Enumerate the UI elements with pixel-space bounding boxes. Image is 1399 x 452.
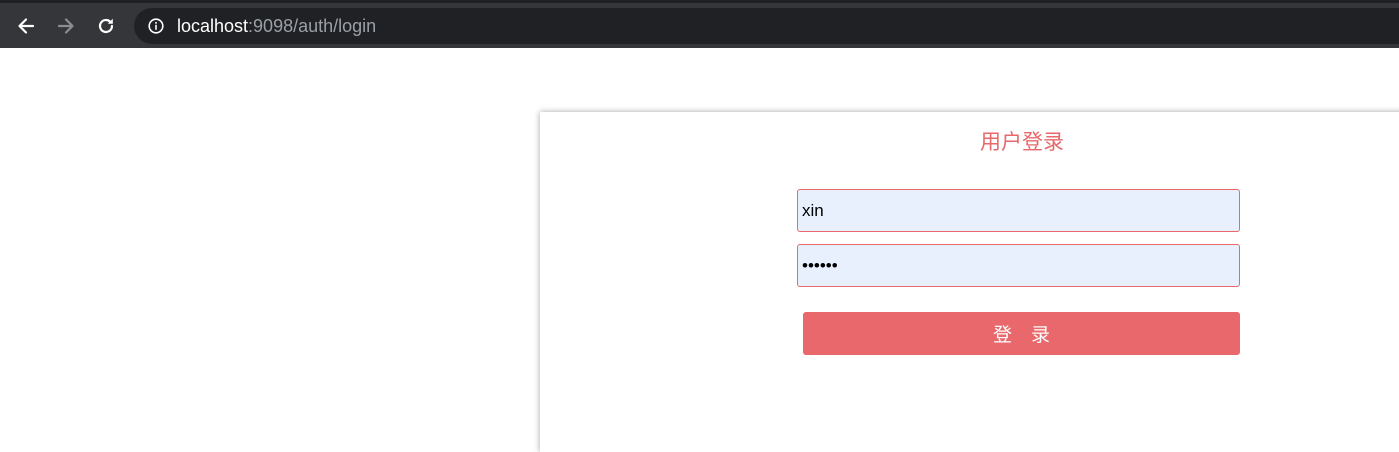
login-button[interactable]: 登 录	[803, 312, 1240, 355]
login-panel: 用户登录 登 录	[540, 112, 1399, 452]
reload-button[interactable]	[90, 10, 122, 42]
login-title: 用户登录	[980, 130, 1064, 154]
url-host: localhost	[177, 16, 249, 36]
info-icon[interactable]	[148, 18, 164, 34]
reload-icon	[98, 18, 114, 34]
url-text[interactable]: localhost:9098/auth/login	[177, 16, 376, 36]
back-button[interactable]	[10, 10, 42, 42]
url-path: :9098/auth/login	[248, 16, 377, 36]
password-input[interactable]	[797, 244, 1240, 287]
forward-button[interactable]	[50, 10, 82, 42]
forward-arrow-icon	[57, 18, 74, 34]
back-arrow-icon	[18, 18, 35, 34]
address-bar[interactable]: localhost:9098/auth/login	[134, 8, 1399, 44]
username-input[interactable]	[797, 189, 1240, 232]
browser-toolbar: localhost:9098/auth/login	[0, 0, 1399, 48]
